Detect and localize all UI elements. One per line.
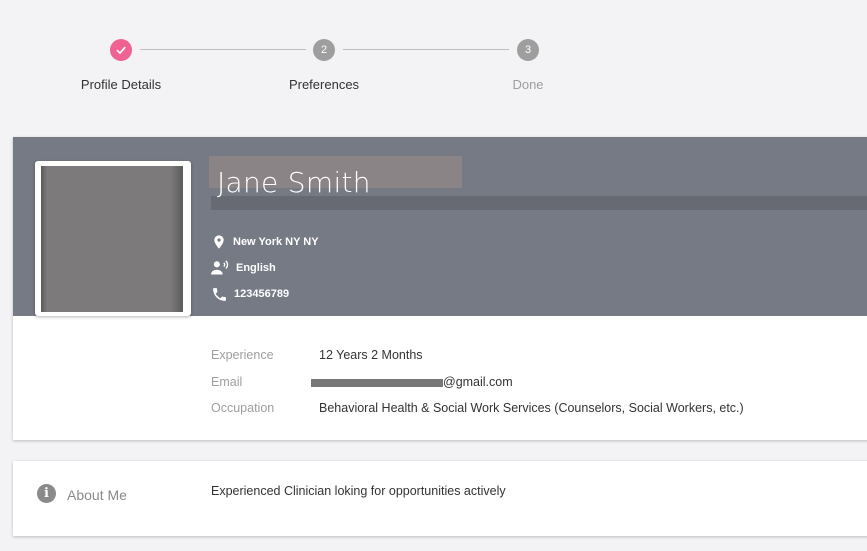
step-3-circle[interactable]: 3 — [517, 39, 539, 61]
avatar[interactable] — [35, 161, 191, 316]
location-text: New York NY NY — [233, 236, 319, 248]
info-icon: i — [37, 484, 56, 503]
phone-icon — [213, 287, 226, 301]
step-connector — [343, 49, 509, 50]
phone-text: 123456789 — [234, 288, 290, 300]
step-1-label[interactable]: Profile Details — [81, 77, 161, 92]
location-row: New York NY NY — [211, 232, 319, 252]
experience-label: Experience — [211, 348, 274, 362]
step-connector — [140, 49, 306, 50]
email-value: @gmail.com — [443, 375, 513, 389]
speaker-person-icon — [211, 260, 229, 275]
progress-stepper: Profile Details 2 Preferences 3 Done — [0, 0, 867, 110]
about-card: i About Me Experienced Clinician loking … — [13, 461, 867, 536]
step-2-label[interactable]: Preferences — [289, 77, 359, 92]
about-title: About Me — [67, 487, 127, 503]
profile-photo — [41, 166, 183, 312]
language-row: English — [211, 258, 276, 278]
profile-banner: Jane Smith New York NY NY English 123456… — [13, 137, 867, 316]
profile-name: Jane Smith — [217, 166, 371, 199]
map-pin-icon — [214, 235, 224, 249]
email-value-row: @gmail.com — [311, 375, 513, 389]
step-2-circle[interactable]: 2 — [313, 39, 335, 61]
occupation-label: Occupation — [211, 401, 275, 415]
phone-row: 123456789 — [211, 284, 289, 304]
email-redaction — [311, 378, 443, 387]
experience-value: 12 Years 2 Months — [319, 348, 423, 362]
step-3-label[interactable]: Done — [512, 77, 543, 92]
about-text: Experienced Clinician loking for opportu… — [211, 484, 506, 498]
occupation-value: Behavioral Health & Social Work Services… — [319, 401, 744, 415]
email-label: Email — [211, 375, 243, 389]
language-text: English — [236, 262, 276, 274]
step-1-check-icon[interactable] — [110, 39, 132, 61]
profile-card: Jane Smith New York NY NY English 123456… — [13, 137, 867, 440]
